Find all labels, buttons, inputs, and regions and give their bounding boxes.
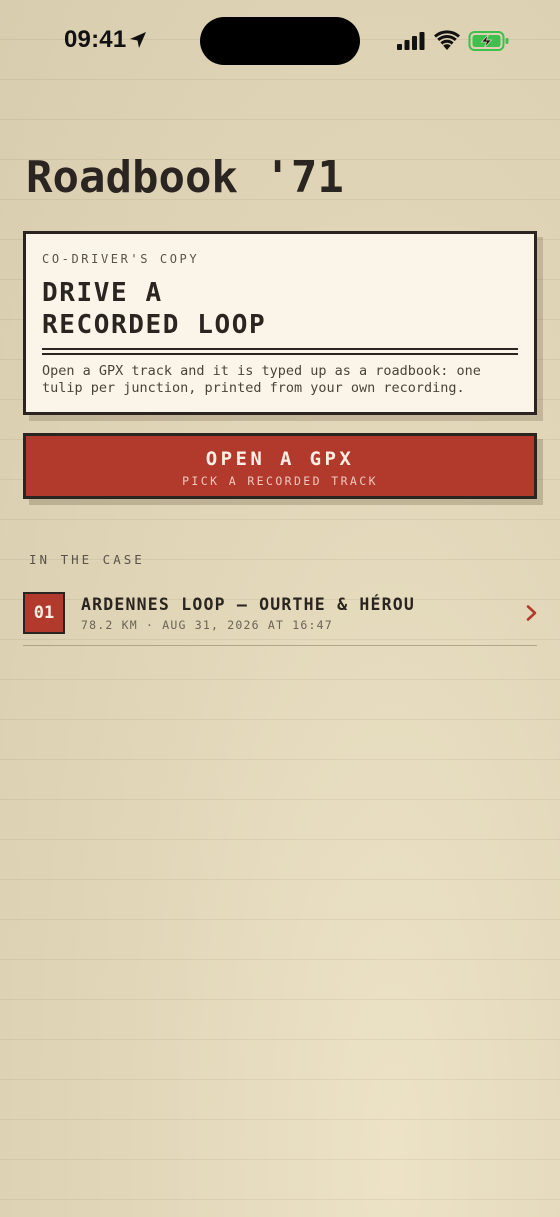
- card-description: Open a GPX track and it is typed up as a…: [42, 363, 481, 396]
- location-arrow-icon: [130, 32, 146, 48]
- card-heading: DRIVE A RECORDED LOOP: [42, 277, 266, 341]
- status-time: 09:41: [64, 26, 127, 53]
- open-gpx-label: OPEN A GPX: [205, 448, 355, 470]
- battery-charging-icon: [468, 31, 509, 51]
- cellular-signal-icon: [397, 32, 425, 50]
- list-item[interactable]: 01 ARDENNES LOOP — OURTHE & HÉROU 78.2 K…: [23, 589, 537, 646]
- open-gpx-button[interactable]: OPEN A GPX PICK A RECORDED TRACK: [23, 433, 537, 499]
- open-gpx-sublabel: PICK A RECORDED TRACK: [182, 474, 378, 488]
- dynamic-island: [200, 17, 360, 65]
- card-heading-line-1: DRIVE A: [42, 278, 163, 308]
- page-title: Roadbook '71: [26, 152, 344, 203]
- track-title: ARDENNES LOOP — OURTHE & HÉROU: [81, 595, 416, 614]
- wifi-icon: [434, 30, 460, 50]
- chevron-right-icon: [526, 605, 537, 621]
- section-label-in-the-case: IN THE CASE: [29, 552, 145, 567]
- status-bar: 09:41: [0, 0, 560, 84]
- intro-card: CO-DRIVER'S COPY DRIVE A RECORDED LOOP O…: [23, 231, 537, 415]
- track-meta: 78.2 KM · AUG 31, 2026 AT 16:47: [81, 618, 333, 632]
- card-heading-line-2: RECORDED LOOP: [42, 310, 267, 340]
- card-double-rule: [42, 348, 518, 355]
- card-eyebrow: CO-DRIVER'S COPY: [42, 252, 200, 266]
- track-index-badge: 01: [23, 592, 65, 634]
